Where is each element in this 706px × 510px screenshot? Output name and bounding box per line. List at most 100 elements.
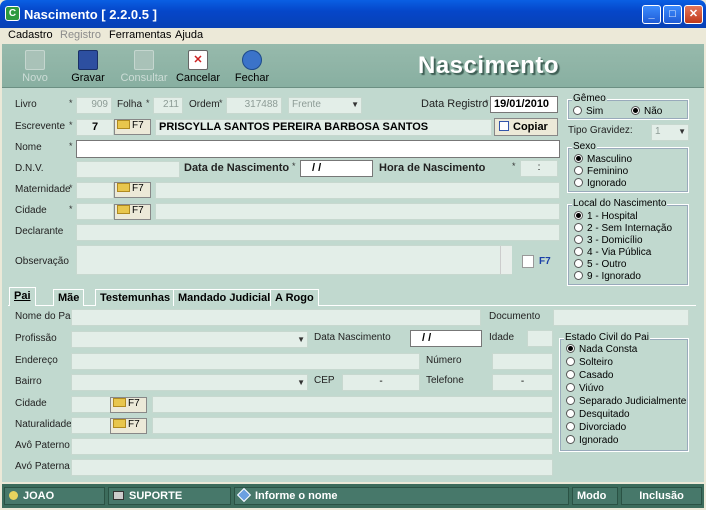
maternidade-id-field[interactable] <box>76 182 114 199</box>
tab-mae[interactable]: Mãe <box>53 289 85 306</box>
menu-registro[interactable]: Registro <box>60 29 101 41</box>
nome-pai-field[interactable] <box>71 309 481 326</box>
consultar-button[interactable]: Consultar <box>118 48 170 88</box>
radio-icon <box>566 435 575 444</box>
close-button[interactable]: ✕ <box>684 5 703 24</box>
radio-icon <box>566 370 575 379</box>
menu-ferramentas[interactable]: Ferramentas <box>109 29 171 41</box>
cidade-id-field[interactable] <box>76 203 114 220</box>
sexo-ignorado-radio[interactable]: Ignorado <box>574 178 626 189</box>
numero-field[interactable] <box>492 353 553 370</box>
bairro-label: Bairro <box>15 376 42 387</box>
save-icon <box>78 50 98 70</box>
livro-field[interactable]: 909 <box>76 97 112 114</box>
required-mark: * <box>69 183 73 193</box>
novo-button[interactable]: Novo <box>9 48 61 88</box>
observacao-scrollbar[interactable] <box>500 246 512 274</box>
data-nascimento-value: / / <box>312 162 322 174</box>
estado-civil-radio[interactable]: Casado <box>566 370 613 381</box>
documento-field[interactable] <box>553 309 689 326</box>
radio-icon <box>574 259 583 268</box>
gemeo-sim-radio[interactable]: Sim <box>573 106 603 117</box>
radio-icon <box>566 422 575 431</box>
computer-icon <box>113 491 124 500</box>
nome-field[interactable] <box>76 140 560 158</box>
profissao-label: Profissão <box>15 333 57 344</box>
notes-icon[interactable] <box>522 255 534 268</box>
cidade-lookup-button[interactable]: F7 <box>114 204 151 220</box>
local-option-radio[interactable]: 9 - Ignorado <box>574 271 641 282</box>
numero-label: Número <box>426 355 462 366</box>
local-option-radio[interactable]: 3 - Domicílio <box>574 235 643 246</box>
pai-cidade-nome-field <box>152 396 553 413</box>
declarante-field[interactable] <box>76 224 560 241</box>
required-mark: * <box>69 141 73 151</box>
pai-cidade-id-field[interactable] <box>71 396 111 413</box>
tab-testemunhas[interactable]: Testemunhas <box>95 289 176 306</box>
close-door-icon <box>242 50 262 70</box>
local-option-label: 5 - Outro <box>587 259 627 270</box>
info-icon <box>236 487 252 503</box>
folha-field[interactable]: 211 <box>153 97 183 114</box>
pai-data-nascimento-field[interactable]: / / <box>410 330 482 347</box>
observacao-f7-button[interactable]: F7 <box>539 256 551 267</box>
maximize-button[interactable]: □ <box>663 5 682 24</box>
observacao-field[interactable] <box>76 245 512 275</box>
estado-civil-radio[interactable]: Divorciado <box>566 422 626 433</box>
cancelar-button[interactable]: ✕ Cancelar <box>172 48 224 88</box>
hora-nascimento-field[interactable]: : <box>520 160 558 177</box>
local-option-radio[interactable]: 2 - Sem Internação <box>574 223 672 234</box>
avo-paterna-field[interactable] <box>71 459 553 476</box>
cancel-icon: ✕ <box>188 50 208 70</box>
local-option-radio[interactable]: 4 - Via Pública <box>574 247 651 258</box>
estado-civil-radio[interactable]: Ignorado <box>566 435 618 446</box>
tipo-gravidez-select[interactable]: 1 ▼ <box>651 124 689 141</box>
status-hint-label: Informe o nome <box>255 490 338 502</box>
local-option-radio[interactable]: 1 - Hospital <box>574 211 638 222</box>
copy-icon <box>499 121 509 131</box>
bairro-select[interactable]: ▼ <box>71 374 308 391</box>
data-nascimento-field[interactable]: / / <box>300 160 373 177</box>
naturalidade-id-field[interactable] <box>71 417 111 434</box>
naturalidade-nome-field <box>152 417 553 434</box>
dnv-field[interactable] <box>76 161 180 178</box>
avo-paterno-field[interactable] <box>71 438 553 455</box>
status-mode-value: Inclusão <box>621 487 702 505</box>
gemeo-nao-radio[interactable]: Não <box>631 106 662 117</box>
estado-civil-radio[interactable]: Nada Consta <box>566 344 637 355</box>
maternidade-lookup-button[interactable]: F7 <box>114 182 151 198</box>
tab-mandado-judicial[interactable]: Mandado Judicial <box>173 289 276 306</box>
cep-field[interactable]: - <box>342 374 420 391</box>
radio-icon <box>574 271 583 280</box>
telefone-field[interactable]: - <box>492 374 553 391</box>
data-registro-label: Data Registro <box>421 98 489 110</box>
gravar-button[interactable]: Gravar <box>62 48 114 88</box>
radio-selected-icon <box>566 344 575 353</box>
fechar-button[interactable]: Fechar <box>226 48 278 88</box>
escrevente-id-field[interactable]: 7 <box>76 119 114 136</box>
pai-cidade-lookup-button[interactable]: F7 <box>110 397 147 413</box>
estado-civil-radio[interactable]: Viúvo <box>566 383 604 394</box>
sexo-feminino-radio[interactable]: Feminino <box>574 166 628 177</box>
tab-a-rogo[interactable]: A Rogo <box>270 289 319 306</box>
menu-cadastro[interactable]: Cadastro <box>8 29 53 41</box>
frente-select[interactable]: Frente ▼ <box>288 97 362 114</box>
profissao-select[interactable]: ▼ <box>71 331 308 348</box>
tab-pai[interactable]: Pai <box>9 287 36 306</box>
escrevente-nome-field: PRISCYLLA SANTOS PEREIRA BARBOSA SANTOS <box>155 119 492 136</box>
menu-bar <box>0 28 706 44</box>
idade-field[interactable] <box>527 330 553 347</box>
data-registro-field[interactable]: 19/01/2010 <box>490 96 558 113</box>
copiar-button[interactable]: Copiar <box>494 118 558 136</box>
estado-civil-radio[interactable]: Solteiro <box>566 357 613 368</box>
endereco-field[interactable] <box>71 353 420 370</box>
escrevente-lookup-button[interactable]: F7 <box>114 119 151 135</box>
local-option-radio[interactable]: 5 - Outro <box>574 259 626 270</box>
menu-ajuda[interactable]: Ajuda <box>175 29 203 41</box>
naturalidade-lookup-button[interactable]: F7 <box>110 418 147 434</box>
minimize-button[interactable]: _ <box>642 5 661 24</box>
estado-civil-radio[interactable]: Separado Judicialmente <box>566 396 686 407</box>
estado-civil-radio[interactable]: Desquitado <box>566 409 630 420</box>
sexo-masculino-radio[interactable]: Masculino <box>574 154 632 165</box>
ordem-field[interactable]: 317488 <box>226 97 282 114</box>
